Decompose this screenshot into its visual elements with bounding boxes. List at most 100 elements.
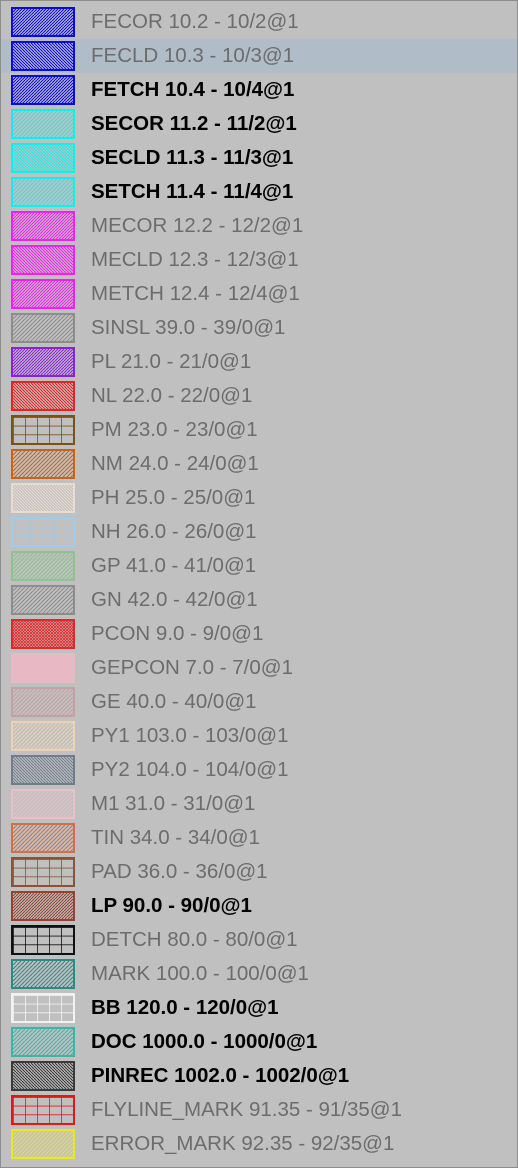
layer-label: FECOR 10.2 - 10/2@1 [91,10,299,33]
hatch-backdiagonal-icon [11,1061,75,1091]
layer-row[interactable]: GE 40.0 - 40/0@1 [1,685,517,719]
layer-label: M1 31.0 - 31/0@1 [91,792,256,815]
layer-row[interactable]: ERROR_MARK 92.35 - 92/35@1 [1,1127,517,1161]
hatch-diagonal-icon [11,1129,75,1159]
layer-row[interactable]: SECOR 11.2 - 11/2@1 [1,107,517,141]
layer-row[interactable]: GEPCON 7.0 - 7/0@1 [1,651,517,685]
layer-row[interactable]: M1 31.0 - 31/0@1 [1,787,517,821]
hatch-diagonal-icon [11,75,75,105]
grid-pattern-icon [11,1095,75,1125]
layer-row[interactable]: FECOR 10.2 - 10/2@1 [1,5,517,39]
layer-label: NL 22.0 - 22/0@1 [91,384,253,407]
layer-label: GE 40.0 - 40/0@1 [91,690,257,713]
layer-label: ERROR_MARK 92.35 - 92/35@1 [91,1132,395,1155]
layer-row[interactable]: PM 23.0 - 23/0@1 [1,413,517,447]
hatch-diagonal-icon [11,687,75,717]
layer-label: GEPCON 7.0 - 7/0@1 [91,656,293,679]
layer-row[interactable]: MARK 100.0 - 100/0@1 [1,957,517,991]
layer-row[interactable]: FLYLINE_MARK 91.35 - 91/35@1 [1,1093,517,1127]
crosshatch-icon [11,619,75,649]
layer-label: SINSL 39.0 - 39/0@1 [91,316,286,339]
layer-row[interactable]: BB 120.0 - 120/0@1 [1,991,517,1025]
hatch-backdiagonal-icon [11,41,75,71]
layer-row[interactable]: FETCH 10.4 - 10/4@1 [1,73,517,107]
hatch-diagonal-icon [11,721,75,751]
layer-label: METCH 12.4 - 12/4@1 [91,282,300,305]
layer-row[interactable]: NL 22.0 - 22/0@1 [1,379,517,413]
layer-row[interactable]: FECLD 10.3 - 10/3@1 [1,39,517,73]
layer-label: MARK 100.0 - 100/0@1 [91,962,309,985]
layer-label: GP 41.0 - 41/0@1 [91,554,257,577]
layer-label: PL 21.0 - 21/0@1 [91,350,252,373]
layer-label: FETCH 10.4 - 10/4@1 [91,78,295,101]
layer-row[interactable]: PY1 103.0 - 103/0@1 [1,719,517,753]
layer-label: PAD 36.0 - 36/0@1 [91,860,268,883]
hatch-diagonal-icon [11,823,75,853]
layer-label: SECLD 11.3 - 11/3@1 [91,146,294,169]
layer-row[interactable]: SECLD 11.3 - 11/3@1 [1,141,517,175]
layer-label: FECLD 10.3 - 10/3@1 [91,44,295,67]
layer-row[interactable]: NH 26.0 - 26/0@1 [1,515,517,549]
layer-row[interactable]: MECLD 12.3 - 12/3@1 [1,243,517,277]
layer-row[interactable]: GP 41.0 - 41/0@1 [1,549,517,583]
hatch-diagonal-icon [11,279,75,309]
grid-pattern-icon [11,993,75,1023]
layer-list-panel: FECOR 10.2 - 10/2@1 FECLD 10.3 - 10/3@1 FE… [0,0,518,1168]
grid-pattern-icon [11,517,75,547]
layer-label: PINREC 1002.0 - 1002/0@1 [91,1064,350,1087]
layer-list: FECOR 10.2 - 10/2@1 FECLD 10.3 - 10/3@1 FE… [1,5,517,1161]
layer-row[interactable]: PH 25.0 - 25/0@1 [1,481,517,515]
layer-row[interactable]: TIN 34.0 - 34/0@1 [1,821,517,855]
layer-label: NH 26.0 - 26/0@1 [91,520,257,543]
layer-label: PY2 104.0 - 104/0@1 [91,758,289,781]
hatch-diagonal-icon [11,449,75,479]
hatch-backdiagonal-icon [11,381,75,411]
layer-label: TIN 34.0 - 34/0@1 [91,826,260,849]
layer-label: GN 42.0 - 42/0@1 [91,588,258,611]
layer-row[interactable]: NM 24.0 - 24/0@1 [1,447,517,481]
hatch-diagonal-icon [11,789,75,819]
hatch-diagonal-icon [11,177,75,207]
hatch-diagonal-icon [11,211,75,241]
layer-row[interactable]: DOC 1000.0 - 1000/0@1 [1,1025,517,1059]
layer-label: FLYLINE_MARK 91.35 - 91/35@1 [91,1098,403,1121]
layer-label: PY1 103.0 - 103/0@1 [91,724,289,747]
layer-label: DOC 1000.0 - 1000/0@1 [91,1030,318,1053]
layer-label: PH 25.0 - 25/0@1 [91,486,256,509]
layer-label: NM 24.0 - 24/0@1 [91,452,259,475]
hatch-diagonal-icon [11,891,75,921]
layer-label: LP 90.0 - 90/0@1 [91,894,252,917]
layer-row[interactable]: PAD 36.0 - 36/0@1 [1,855,517,889]
grid-pattern-icon [11,415,75,445]
layer-row[interactable]: PCON 9.0 - 9/0@1 [1,617,517,651]
layer-row[interactable]: DETCH 80.0 - 80/0@1 [1,923,517,957]
grid-pattern-icon [11,857,75,887]
hatch-diagonal-icon [11,551,75,581]
hatch-diagonal-icon [11,1027,75,1057]
hatch-backdiagonal-icon [11,143,75,173]
layer-label: MECLD 12.3 - 12/3@1 [91,248,299,271]
layer-label: BB 120.0 - 120/0@1 [91,996,279,1019]
grid-pattern-icon [11,925,75,955]
hatch-diagonal-icon [11,7,75,37]
hatch-backdiagonal-icon [11,755,75,785]
layer-label: DETCH 80.0 - 80/0@1 [91,928,298,951]
layer-row[interactable]: MECOR 12.2 - 12/2@1 [1,209,517,243]
hatch-diagonal-icon [11,313,75,343]
layer-row[interactable]: GN 42.0 - 42/0@1 [1,583,517,617]
hatch-backdiagonal-icon [11,483,75,513]
layer-row[interactable]: PY2 104.0 - 104/0@1 [1,753,517,787]
layer-row[interactable]: SETCH 11.4 - 11/4@1 [1,175,517,209]
layer-row[interactable]: METCH 12.4 - 12/4@1 [1,277,517,311]
layer-label: PM 23.0 - 23/0@1 [91,418,258,441]
layer-row[interactable]: PINREC 1002.0 - 1002/0@1 [1,1059,517,1093]
layer-row[interactable]: LP 90.0 - 90/0@1 [1,889,517,923]
layer-row[interactable]: SINSL 39.0 - 39/0@1 [1,311,517,345]
layer-label: SETCH 11.4 - 11/4@1 [91,180,294,203]
hatch-diagonal-icon [11,585,75,615]
hatch-diagonal-icon [11,347,75,377]
layer-row[interactable]: PL 21.0 - 21/0@1 [1,345,517,379]
layer-label: PCON 9.0 - 9/0@1 [91,622,264,645]
hatch-diagonal-icon [11,959,75,989]
solid-fill-icon [11,653,75,683]
